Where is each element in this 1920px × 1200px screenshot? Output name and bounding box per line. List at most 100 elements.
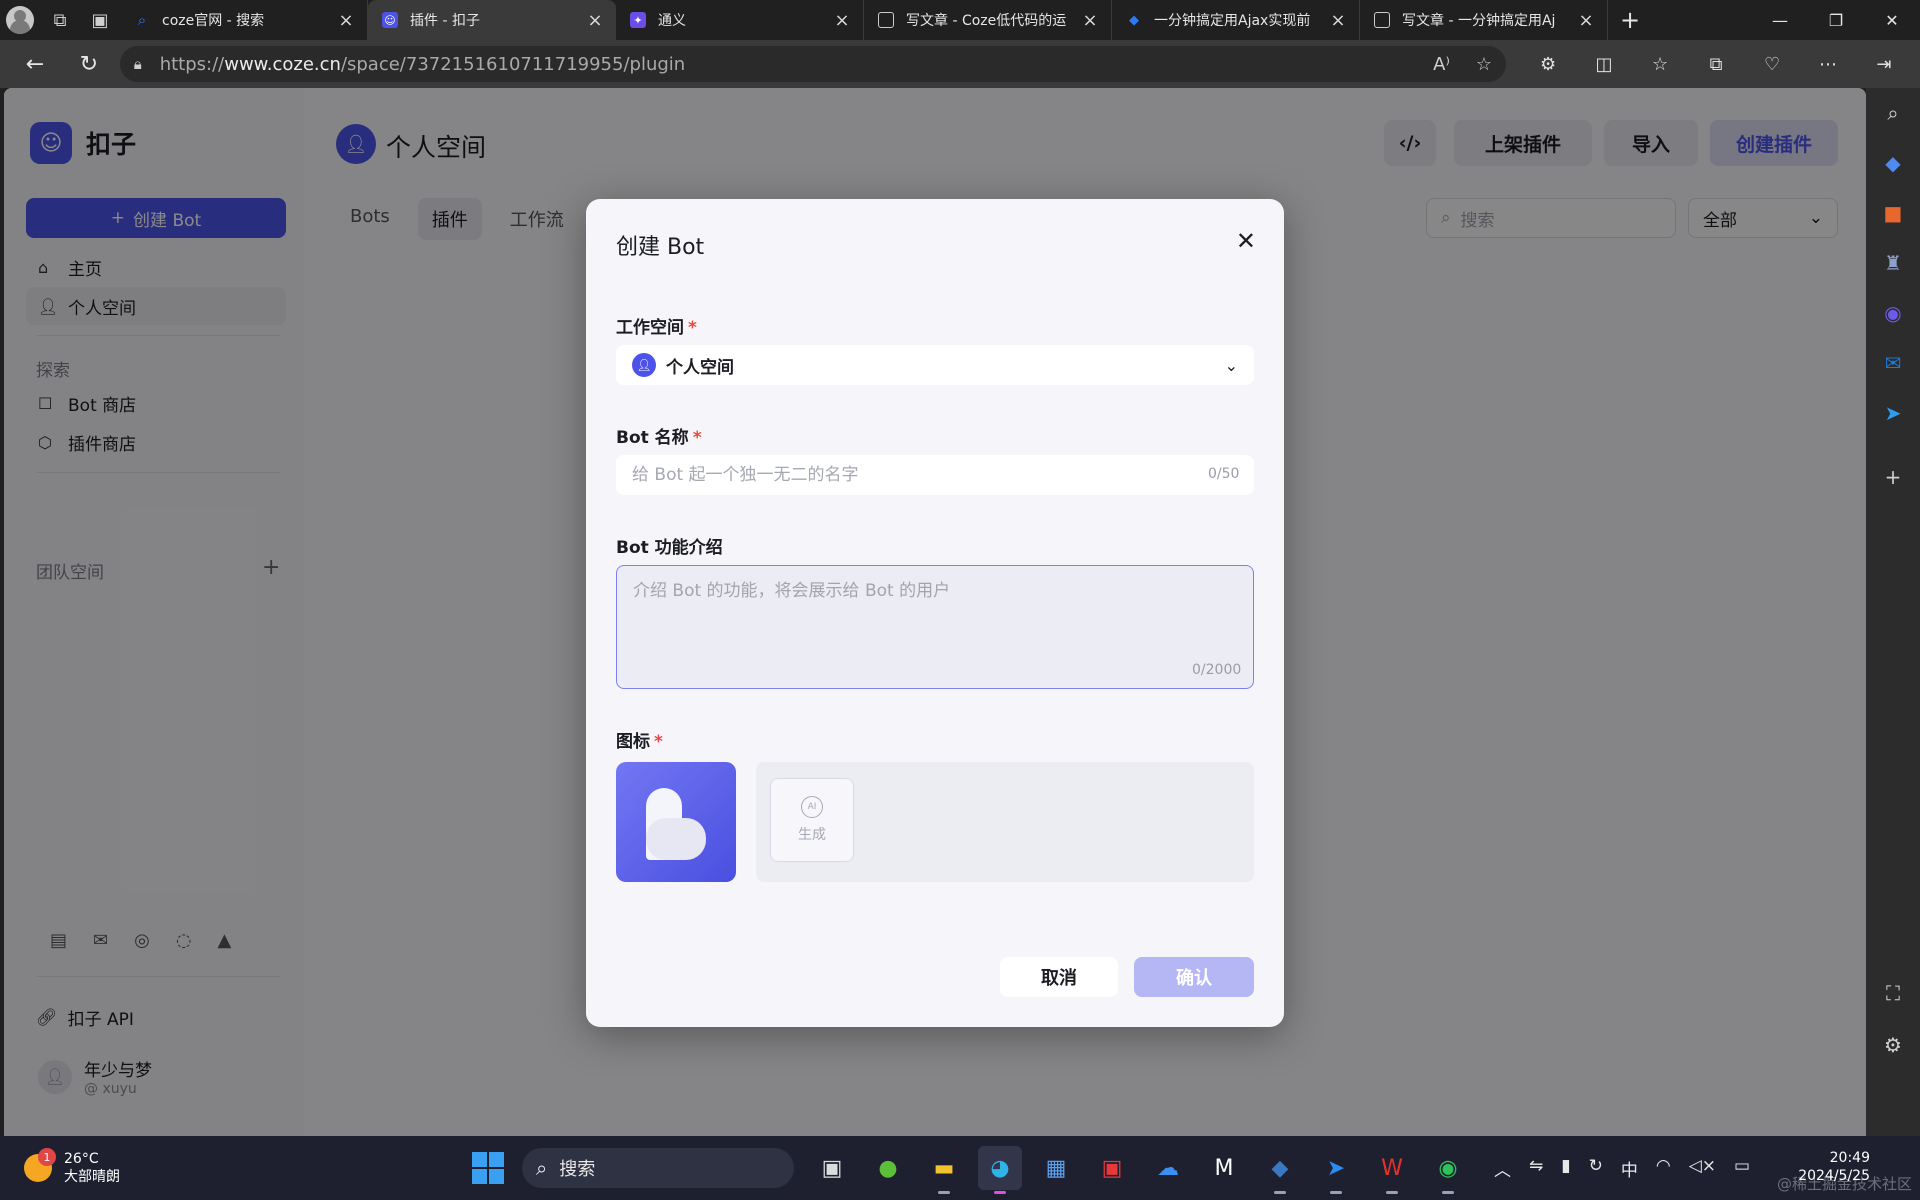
performance-icon[interactable]: ♡ [1744,54,1800,75]
extensions-icon[interactable]: ⚙ [1520,54,1576,75]
huawei-app-icon[interactable]: ▣ [1090,1146,1134,1190]
workspace-label: 工作空间 * [616,313,697,338]
minimize-icon[interactable]: — [1752,11,1808,30]
green-app-icon[interactable]: ● [866,1146,910,1190]
send-icon[interactable]: ➤ [1866,388,1920,438]
sidebar-search-icon[interactable]: ⌕ [1866,88,1920,138]
windows-start-icon[interactable] [472,1152,504,1184]
add-sidebar-app-icon[interactable]: + [1866,452,1920,502]
python-icon[interactable]: ◆ [1258,1146,1302,1194]
browser-toolbar: ← ↻ 🔒︎ https://www.coze.cn/space/7372151… [0,40,1920,88]
battery-icon[interactable]: ▭ [1734,1156,1750,1181]
favorites-icon[interactable]: ☆ [1632,54,1688,75]
ai-icon: AI [801,796,823,818]
wechat-icon[interactable]: ◉ [1426,1146,1470,1194]
notification-badge: 1 [38,1148,56,1166]
read-aloud-icon[interactable]: A⁾ [1433,54,1450,75]
temperature: 26°C [64,1151,99,1167]
tools-icon[interactable]: ■ [1866,188,1920,238]
feishu-icon[interactable]: ➤ [1314,1146,1358,1194]
url-prefix: https:// [159,53,225,75]
address-bar[interactable]: 🔒︎ https://www.coze.cn/space/73721516107… [119,46,1507,82]
bot-name-label: Bot 名称 * [616,423,702,448]
generate-label: 生成 [798,827,826,843]
new-tab-button[interactable]: + [1608,6,1652,34]
bot-name-input[interactable] [616,455,1254,495]
browser-tab-article-2[interactable]: 写文章 - 一分钟搞定用Aj × [1360,0,1608,40]
confirm-button[interactable]: 确认 [1134,957,1254,997]
close-icon[interactable]: × [1079,10,1101,31]
favorite-star-icon[interactable]: ☆ [1476,54,1492,75]
browser-tab-coze-search[interactable]: ⌕ coze官网 - 搜索 × [120,0,368,40]
microsoft-store-icon[interactable]: ▦ [1034,1146,1078,1190]
screenshot-icon[interactable]: ⛶ [1866,968,1920,1018]
person-icon: 👤︎ [632,353,656,377]
tab-title: 通义 [658,13,686,29]
taskbar-apps: ▣ ● ▬ ◕ ▦ ▣ ☁ M ◆ ➤ W ◉ [810,1146,1470,1194]
browser-tab-tongyi[interactable]: ✦ 通义 × [616,0,864,40]
chevron-up-icon[interactable]: ︿ [1494,1156,1511,1181]
restore-icon[interactable]: ❐ [1808,11,1864,30]
volume-muted-icon[interactable]: ◁× [1689,1156,1716,1181]
create-bot-modal: 创建 Bot ✕ 工作空间* 👤︎ 个人空间 ⌄ Bot 名称* 0/50 Bo… [586,199,1284,1027]
wifi-icon[interactable]: ◠ [1656,1156,1671,1181]
back-arrow-icon[interactable]: ← [8,44,62,84]
document-icon [878,12,894,28]
workspace-select[interactable]: 👤︎ 个人空间 ⌄ [616,345,1254,385]
split-screen-icon[interactable]: ◫ [1576,54,1632,75]
close-icon[interactable]: × [1327,10,1349,31]
copilot-icon[interactable]: ◉ [1866,288,1920,338]
ai-generate-icon-button[interactable]: AI 生成 [770,778,854,862]
settings-sliders-icon[interactable]: ⇋ [1529,1156,1543,1181]
ime-indicator[interactable]: 中 [1621,1156,1638,1181]
tab-title: 写文章 - 一分钟搞定用Aj [1402,13,1556,29]
taskbar-search[interactable]: ⌕ 搜索 [522,1148,794,1188]
close-icon[interactable]: × [831,10,853,31]
url-path: /space/7372151610711719955/plugin [340,53,686,75]
weather-widget[interactable]: 1 26°C 大部晴朗 [24,1148,120,1186]
games-icon[interactable]: ♜ [1866,238,1920,288]
tab-actions-icon[interactable]: ▣ [80,0,120,40]
search-icon: ⌕ [137,11,147,29]
shopping-tag-icon[interactable]: ◆ [1866,138,1920,188]
icon-label-text: 图标 [616,732,650,752]
outlook-icon[interactable]: ✉ [1866,338,1920,388]
browser-tab-juejin[interactable]: ◆ 一分钟搞定用Ajax实现前 × [1112,0,1360,40]
close-icon[interactable]: × [335,10,357,31]
close-icon[interactable]: × [584,10,606,31]
close-icon[interactable]: × [1575,10,1597,31]
tongyi-icon: ✦ [630,12,646,28]
url-text[interactable]: https://www.coze.cn/space/73721516107117… [160,54,1433,75]
task-view-icon[interactable]: ▣ [810,1146,854,1190]
file-explorer-icon[interactable]: ▬ [922,1146,966,1194]
browser-tab-coze-plugin[interactable]: ☺ 插件 - 扣子 × [368,0,616,40]
bot-icon-preview[interactable] [616,762,736,882]
settings-gear-icon[interactable]: ⚙ [1866,1020,1920,1070]
collections-icon[interactable]: ⧉ [1688,54,1744,75]
wps-icon[interactable]: W [1370,1146,1414,1194]
window-controls: — ❐ ✕ [1752,11,1920,30]
sidebar-toggle-icon[interactable]: ⇥ [1856,54,1912,75]
edge-browser-icon[interactable]: ◕ [978,1146,1022,1194]
bot-name-label-text: Bot 名称 [616,428,689,448]
window-close-icon[interactable]: ✕ [1864,11,1920,30]
cloud-icon[interactable]: ☁ [1146,1146,1190,1190]
signal-icon[interactable]: ▮ [1561,1156,1570,1181]
browser-tab-article-1[interactable]: 写文章 - Coze低代码的运 × [864,0,1112,40]
bot-description-label: Bot 功能介绍 [616,538,723,558]
modal-title: 创建 Bot [616,235,705,260]
close-icon[interactable]: ✕ [1236,227,1256,255]
url-domain: www.coze.cn [224,53,341,75]
workspaces-icon[interactable]: ⧉ [40,0,80,40]
m-app-icon[interactable]: M [1202,1146,1246,1190]
lock-icon: 🔒︎ [133,55,142,73]
sync-icon[interactable]: ↻ [1589,1156,1603,1181]
workspace-label-text: 工作空间 [616,318,684,338]
profile-avatar-icon[interactable] [0,0,40,40]
tab-title: 插件 - 扣子 [410,13,480,29]
more-menu-icon[interactable]: ⋯ [1800,54,1856,75]
cancel-button[interactable]: 取消 [1000,957,1118,997]
bot-description-textarea[interactable] [616,565,1254,689]
refresh-icon[interactable]: ↻ [62,44,116,84]
required-mark: * [654,732,663,752]
